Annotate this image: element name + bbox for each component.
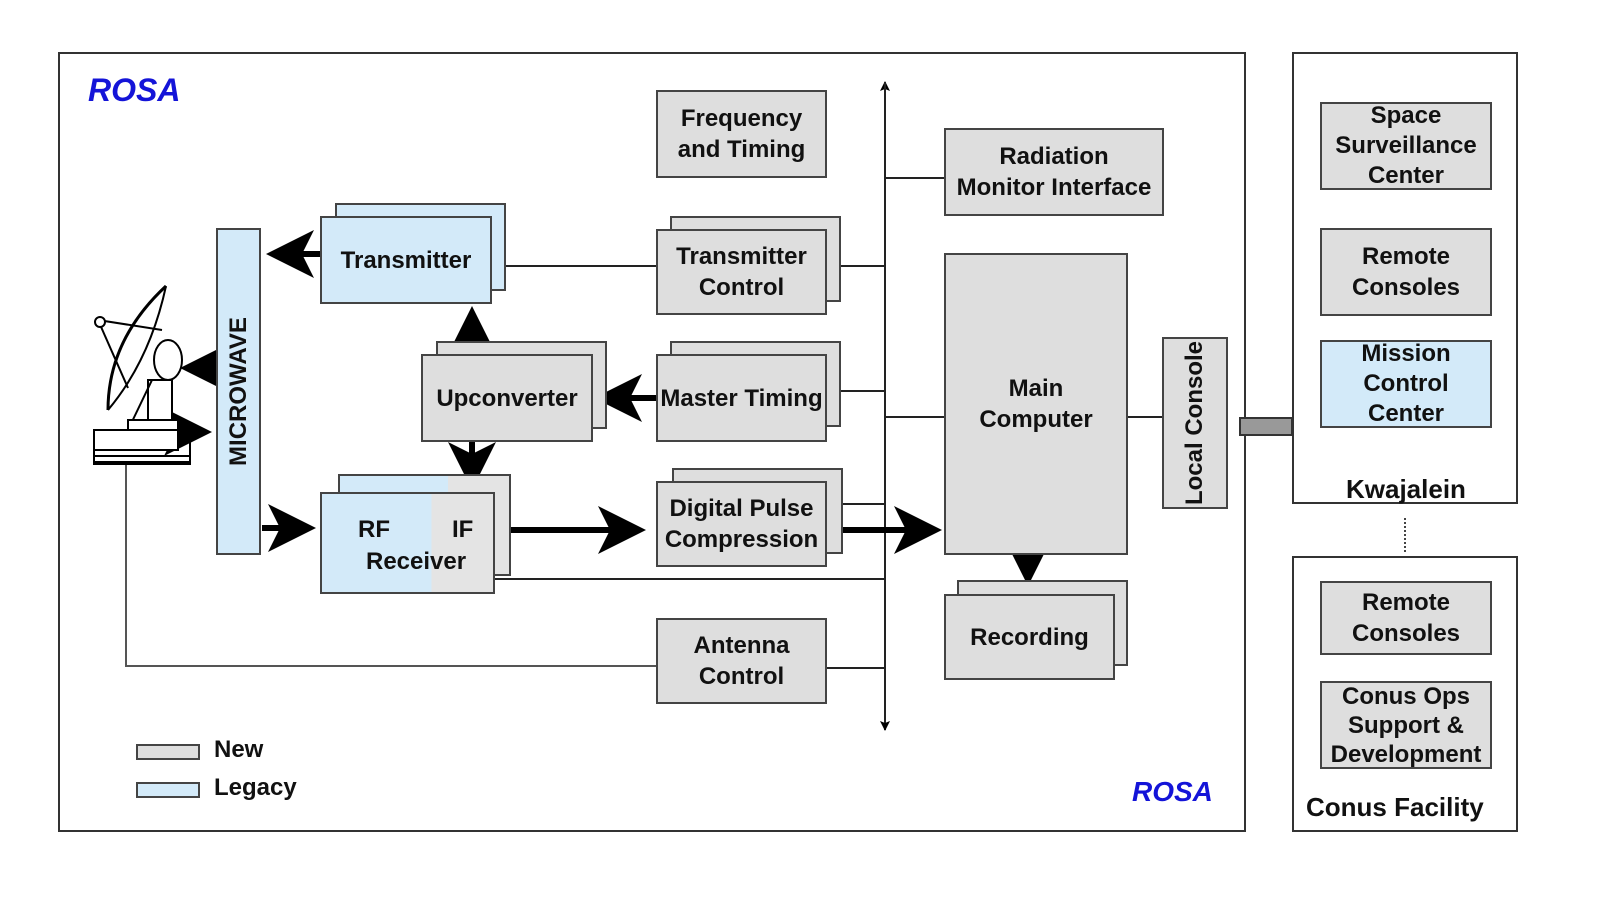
microwave-label: MICROWAVE — [225, 317, 253, 466]
master-timing-block: Master Timing — [656, 354, 827, 442]
diagram-title: ROSA — [88, 72, 181, 108]
local-console-block: Local Console — [1162, 337, 1228, 509]
recording-block: Recording — [944, 594, 1115, 680]
radar-dish-icon — [93, 284, 191, 465]
legend-label-legacy: Legacy — [214, 774, 297, 801]
antenna-control-block: Antenna Control — [656, 618, 827, 704]
legend-swatch-legacy — [136, 782, 200, 798]
rf-label: RF — [358, 516, 390, 543]
conus-ops-support-block: Conus Ops Support & Development — [1320, 681, 1492, 769]
digital-pulse-compression-block: Digital Pulse Compression — [656, 481, 827, 567]
conus-remote-consoles-block: Remote Consoles — [1320, 581, 1492, 655]
site-link — [1239, 417, 1293, 436]
if-label: IF — [452, 516, 474, 543]
frequency-timing-block: Frequency and Timing — [656, 90, 827, 178]
transmitter-control-block: Transmitter Control — [656, 229, 827, 315]
legend-swatch-new — [136, 744, 200, 760]
mission-control-center-block: Mission Control Center — [1320, 340, 1492, 428]
transmitter-block: Transmitter — [320, 216, 492, 304]
microwave-block: MICROWAVE — [216, 228, 261, 555]
receiver-label: Receiver — [366, 548, 467, 575]
site-label: ROSA — [1132, 776, 1213, 807]
rf-receiver-block: RF IF Receiver — [320, 492, 495, 594]
kwajalein-title: Kwajalein — [1346, 474, 1466, 504]
radiation-monitor-block: Radiation Monitor Interface — [944, 128, 1164, 216]
space-surveillance-center-block: Space Surveillance Center — [1320, 102, 1492, 190]
local-console-label: Local Console — [1181, 340, 1208, 506]
conus-title: Conus Facility — [1306, 792, 1484, 822]
kwajalein-remote-consoles-block: Remote Consoles — [1320, 228, 1492, 316]
legend-label-new: New — [214, 736, 264, 763]
main-computer-block: Main Computer — [944, 253, 1128, 555]
upconverter-block: Upconverter — [421, 354, 593, 442]
